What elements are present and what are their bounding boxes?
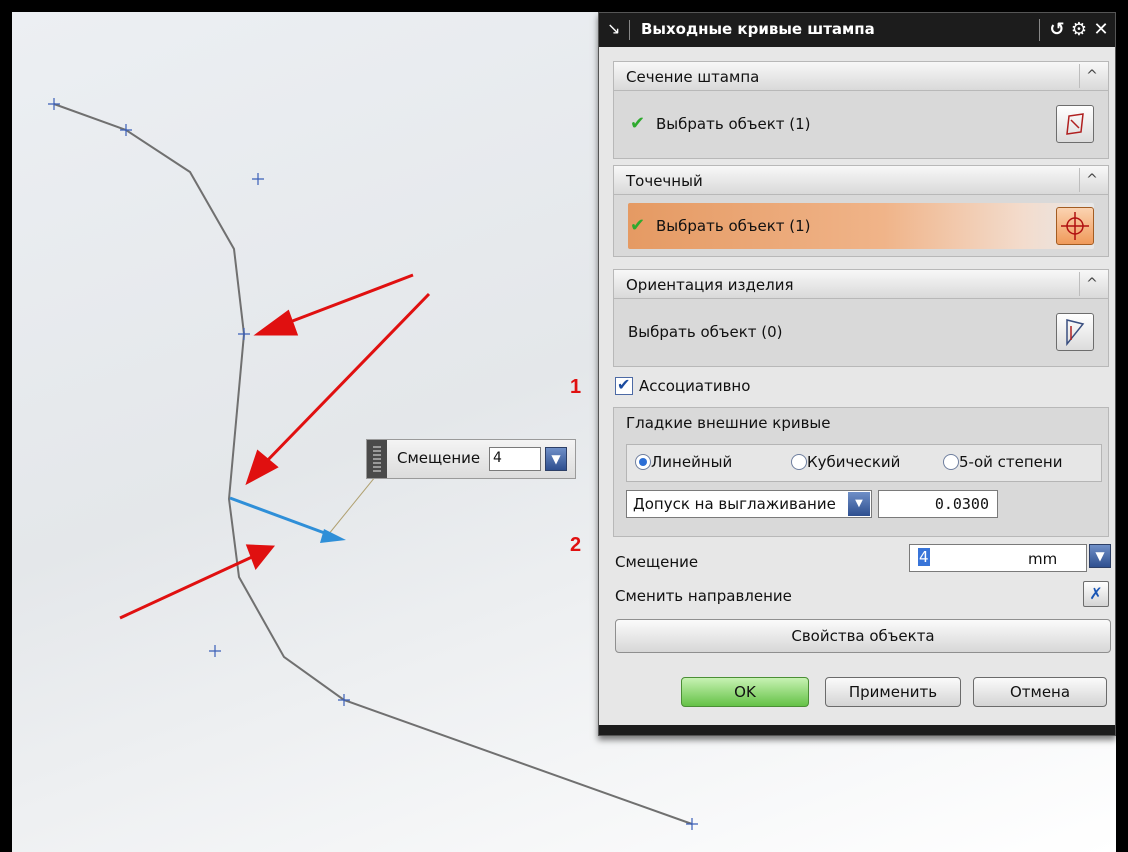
radio-fifth-degree[interactable]: 5-ой степени: [943, 453, 1062, 471]
checkmark-icon: ✔: [630, 113, 646, 134]
stamp-curves-dialog: ↘ Выходные кривые штампа ↺ ⚙ ✕ Сечение ш…: [598, 12, 1116, 736]
section-body-orientation: Выбрать объект (0): [613, 299, 1109, 367]
radio-selected-icon: [635, 454, 651, 470]
point-marker: [238, 328, 250, 340]
tolerance-value-input[interactable]: 0.0300: [878, 490, 998, 518]
chevron-down-icon[interactable]: ▼: [1089, 544, 1111, 568]
offset-label: Смещение: [615, 553, 699, 571]
titlebar-separator: [629, 20, 630, 40]
associative-checkbox[interactable]: [615, 375, 633, 395]
drag-grip-icon[interactable]: [367, 440, 387, 478]
section-header-orientation[interactable]: Ориентация изделия ^: [613, 269, 1109, 299]
point-marker: [48, 98, 60, 110]
offset-tag-input[interactable]: 4: [489, 447, 541, 471]
close-icon[interactable]: ✕: [1089, 17, 1113, 43]
chevron-down-icon[interactable]: ▼: [545, 447, 567, 471]
offset-vector-head: [320, 529, 346, 543]
red-arrow-head: [245, 544, 276, 570]
cancel-button[interactable]: Отмена: [973, 677, 1107, 707]
ok-button[interactable]: OK: [681, 677, 809, 707]
crosshair-icon[interactable]: [1056, 207, 1094, 245]
reverse-direction-label: Сменить направление: [615, 587, 792, 605]
select-object-row[interactable]: Выбрать объект (0): [628, 309, 1094, 355]
offset-value[interactable]: 4: [918, 548, 930, 566]
smooth-curves-group: Гладкие внешние кривые Линейный Кубическ…: [613, 407, 1109, 537]
tolerance-type-select[interactable]: Допуск на выглаживание ▼: [626, 490, 872, 518]
section-header-stamp-section[interactable]: Сечение штампа ^: [613, 61, 1109, 91]
radio-icon: [791, 454, 807, 470]
section-body-point: ✔ Выбрать объект (1): [613, 195, 1109, 257]
collapse-icon[interactable]: ^: [1079, 64, 1104, 88]
dialog-titlebar[interactable]: ↘ Выходные кривые штампа ↺ ⚙ ✕: [599, 13, 1115, 47]
radio-label: 5-ой степени: [959, 453, 1063, 471]
radio-icon: [943, 454, 959, 470]
dialog-title: Выходные кривые штампа: [641, 20, 875, 38]
point-marker: [120, 124, 132, 136]
offset-screen-input[interactable]: Смещение 4 ▼: [366, 439, 576, 479]
dialog-app-icon: ↘: [607, 19, 621, 38]
section-header-point[interactable]: Точечный ^: [613, 165, 1109, 195]
red-arrow: [281, 273, 414, 327]
radio-label: Линейный: [651, 453, 733, 471]
offset-input[interactable]: 4 mm: [909, 544, 1087, 572]
section-title: Ориентация изделия: [626, 276, 794, 294]
select-object-label: Выбрать объект (0): [628, 323, 783, 341]
offset-unit: mm: [1028, 550, 1058, 568]
reverse-direction-icon[interactable]: ✗: [1083, 581, 1109, 607]
group-title: Гладкие внешние кривые: [626, 414, 831, 432]
titlebar-separator: [1039, 19, 1040, 41]
object-properties-button[interactable]: Свойства объекта: [615, 619, 1111, 653]
radio-linear[interactable]: Линейный: [635, 453, 732, 471]
collapse-icon[interactable]: ^: [1079, 168, 1104, 192]
point-marker: [686, 818, 698, 830]
point-marker: [252, 173, 264, 185]
checkmark-icon: ✔: [630, 215, 646, 236]
smooth-type-radio-group: Линейный Кубический 5-ой степени: [626, 444, 1102, 482]
section-body-stamp-section: ✔ Выбрать объект (1): [613, 91, 1109, 159]
gear-icon[interactable]: ⚙: [1067, 17, 1091, 43]
offset-tag-label: Смещение: [397, 449, 481, 467]
radio-cubic[interactable]: Кубический: [791, 453, 900, 471]
annotation-label-1: 1: [570, 376, 582, 398]
red-arrow: [119, 555, 253, 620]
offset-vector: [229, 496, 331, 537]
annotation-label-2: 2: [570, 534, 582, 556]
radio-label: Кубический: [807, 453, 901, 471]
select-object-label: Выбрать объект (1): [656, 217, 811, 235]
select-object-label: Выбрать объект (1): [656, 115, 811, 133]
orientation-select-icon[interactable]: [1056, 313, 1094, 351]
section-title: Точечный: [626, 172, 703, 190]
associative-label: Ассоциативно: [639, 377, 751, 395]
tolerance-type-value: Допуск на выглаживание: [633, 495, 836, 513]
select-object-row-active[interactable]: ✔ Выбрать объект (1): [628, 203, 1094, 249]
reset-icon[interactable]: ↺: [1045, 17, 1069, 43]
point-marker: [209, 645, 221, 657]
chevron-down-icon[interactable]: ▼: [848, 492, 870, 516]
collapse-icon[interactable]: ^: [1079, 272, 1104, 296]
select-object-row[interactable]: ✔ Выбрать объект (1): [628, 101, 1094, 147]
section-title: Сечение штампа: [626, 68, 760, 86]
red-arrow-head: [253, 309, 299, 336]
curve-select-icon[interactable]: [1056, 105, 1094, 143]
apply-button[interactable]: Применить: [825, 677, 961, 707]
